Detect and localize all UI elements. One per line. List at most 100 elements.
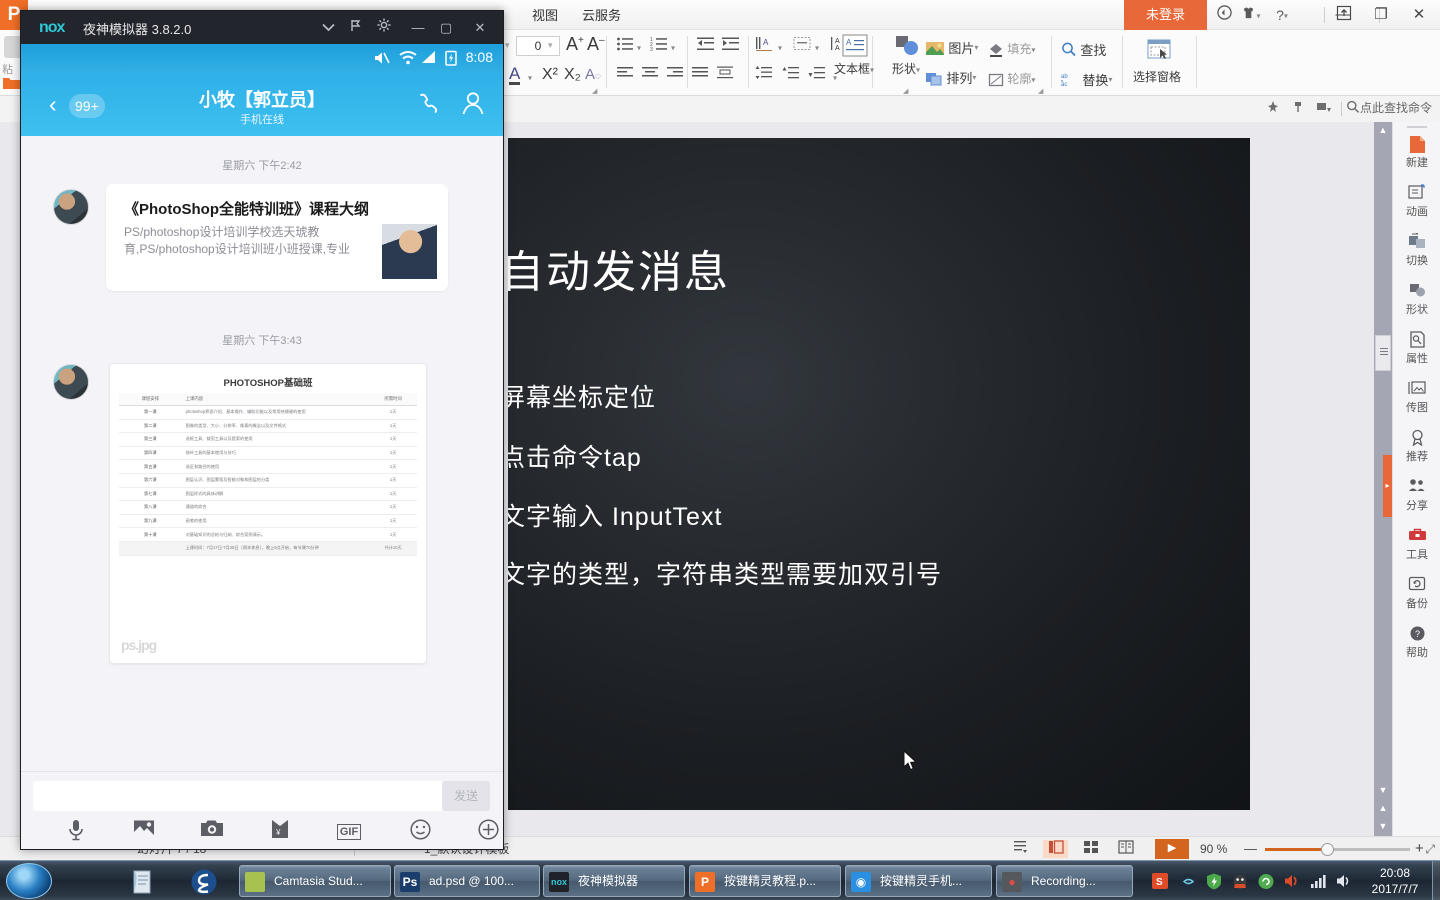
sidebar-item-share[interactable]: 分享 [1393, 475, 1440, 524]
command-search-input[interactable]: 点此查找命令 [1360, 99, 1432, 116]
select-pane-button[interactable]: 选择窗格 [1127, 39, 1187, 85]
increase-indent-button[interactable] [722, 36, 740, 55]
start-slideshow-button[interactable]: ▶ [1155, 839, 1189, 859]
scroll-thumb[interactable] [1375, 335, 1391, 371]
text-align-box-button[interactable] [793, 36, 811, 55]
scroll-up-arrow[interactable]: ▲ [1374, 122, 1392, 138]
start-button[interactable] [6, 863, 52, 899]
help-icon[interactable]: ?▾ [1270, 5, 1294, 25]
red-packet-icon[interactable]: ¥ [265, 819, 295, 845]
mic-icon[interactable] [61, 819, 91, 845]
taskbar-item-quickmacro[interactable]: ◉ 按键精灵手机... [845, 865, 992, 897]
taskbar-item-nox[interactable]: nox 夜神模拟器 [543, 865, 685, 897]
fit-to-window-button[interactable]: ⤢ [1425, 841, 1435, 857]
align-left-button[interactable] [616, 66, 634, 83]
sidebar-item-animation[interactable]: 动画 [1393, 181, 1440, 230]
command-search-icon[interactable] [1346, 100, 1360, 117]
font-dialog-launcher[interactable]: ◢ [592, 87, 597, 95]
menu-view[interactable]: 视图 [526, 6, 564, 26]
gesture-icon[interactable] [1180, 873, 1197, 890]
align-justify-button[interactable] [691, 66, 709, 83]
system-clock[interactable]: 20:08 2017/7/7 [1360, 865, 1430, 897]
outline-button[interactable]: 轮廓▾ [988, 70, 1035, 87]
dropdown-command-icon[interactable] [1316, 100, 1332, 117]
send-button[interactable]: 发送 [442, 781, 490, 811]
sidebar-expand-handle[interactable]: ▸ [1383, 455, 1392, 517]
sidebar-item-new[interactable]: 新建 [1393, 132, 1440, 181]
paragraph-dialog-launcher[interactable]: ◢ [903, 87, 908, 95]
link-card-message[interactable]: 《PhotoShop全能特训班》课程大纲 PS/photoshop设计培训学校选… [106, 184, 448, 291]
numbered-list-caret[interactable]: ▾ [671, 40, 675, 54]
textbox-button[interactable]: A 文本框▾ [826, 34, 882, 77]
sidebar-item-backup[interactable]: 备份 [1393, 573, 1440, 622]
picture-button[interactable]: 图片▾ [925, 38, 978, 57]
sidebar-item-shape[interactable]: 形状 [1393, 279, 1440, 328]
find-button[interactable]: 查找 [1061, 40, 1106, 59]
sidebar-collapse-handle[interactable] [1407, 126, 1427, 128]
bullet-list-button[interactable] [616, 36, 634, 55]
notepad-icon[interactable] [130, 868, 158, 896]
font-size-caret[interactable]: ▾ [548, 40, 553, 51]
qq-icon[interactable] [1232, 873, 1248, 890]
font-name-caret[interactable]: ▾ [505, 40, 510, 51]
font-color-button[interactable]: A [509, 65, 521, 85]
qq-chat-body[interactable]: 星期六 下午2:42 《PhotoShop全能特训班》课程大纲 PS/photo… [21, 136, 503, 771]
text-direction-button[interactable]: A [755, 36, 775, 55]
plus-icon[interactable] [473, 819, 503, 845]
subscript-button[interactable]: X₂ [564, 66, 581, 84]
sidebar-item-help[interactable]: ? 帮助 [1393, 622, 1440, 671]
show-desktop-button[interactable] [1432, 861, 1440, 900]
person-icon[interactable] [461, 91, 485, 122]
line-spacing-button[interactable] [755, 66, 773, 83]
zoom-slider-handle[interactable] [1321, 843, 1334, 856]
font-color-caret[interactable]: ▾ [528, 70, 532, 84]
message-input[interactable] [33, 781, 443, 811]
shield-icon[interactable] [1215, 5, 1233, 25]
align-right-button[interactable] [666, 66, 684, 83]
shield-icon[interactable] [1206, 873, 1222, 890]
volume-icon[interactable] [1284, 873, 1300, 889]
image-icon[interactable] [129, 819, 159, 845]
zoom-in-button[interactable]: + [1415, 841, 1424, 857]
menu-cloud-service[interactable]: 云服务 [576, 6, 627, 26]
restore-button[interactable]: ❐ [1362, 0, 1400, 30]
clear-format-button[interactable]: A◌ [585, 66, 601, 83]
open-folder-icon[interactable] [2, 76, 22, 93]
grow-font-button[interactable]: A+ [566, 34, 584, 55]
bullet-list-caret[interactable]: ▾ [637, 40, 641, 54]
zoom-slider[interactable] [1265, 843, 1410, 856]
taskbar-item-recording[interactable]: ● Recording... [996, 865, 1133, 897]
minimize-icon[interactable]: — [405, 11, 431, 44]
arrange-button[interactable]: 排列▾ [925, 68, 976, 87]
replace-button[interactable]: ab ac 替换▾ [1061, 70, 1112, 89]
taskbar-item-wps-tutorial[interactable]: P 按键精灵教程.p... [689, 865, 841, 897]
network-icon[interactable] [1310, 873, 1326, 889]
superscript-button[interactable]: X² [542, 66, 558, 84]
drawing-dialog-launcher[interactable]: ◢ [1038, 87, 1043, 95]
avatar-2[interactable] [53, 364, 89, 400]
decrease-indent-button[interactable] [697, 36, 715, 55]
gear-icon[interactable] [371, 11, 397, 44]
emoji-icon[interactable] [405, 819, 435, 845]
sidebar-item-transition[interactable]: 切换 [1393, 230, 1440, 279]
pin-command-icon[interactable] [1266, 100, 1280, 117]
taskbar-item-camtasia[interactable]: Camtasia Stud... [239, 865, 391, 897]
sogou-icon[interactable] [190, 868, 218, 896]
next-slide-arrow[interactable]: ▼ [1374, 818, 1392, 834]
view-normal-button[interactable] [1043, 840, 1068, 858]
font-size-box[interactable]: 0 [516, 36, 560, 56]
format-painter-command-icon[interactable] [1292, 100, 1306, 117]
numbered-list-button[interactable]: 123 [650, 36, 668, 55]
slide-canvas[interactable]: 自动发消息 屏幕坐标定位 点击命令tap 文字输入 InputText 文字的类… [508, 138, 1250, 810]
text-direction-caret[interactable]: ▾ [778, 40, 782, 54]
sidebar-item-upload-image[interactable]: 传图 [1393, 377, 1440, 426]
text-align-box-caret[interactable]: ▾ [815, 40, 819, 54]
360-icon[interactable] [1258, 873, 1274, 889]
speaker-icon[interactable] [1336, 873, 1352, 889]
previous-slide-arrow[interactable]: ▲ [1374, 800, 1392, 816]
gif-icon[interactable]: GIF [337, 824, 361, 840]
shirt-icon[interactable]: ▾ [1239, 5, 1263, 25]
sidebar-item-properties[interactable]: 属性 [1393, 328, 1440, 377]
scroll-down-arrow[interactable]: ▼ [1374, 782, 1392, 798]
view-notes-button[interactable] [1113, 840, 1138, 858]
